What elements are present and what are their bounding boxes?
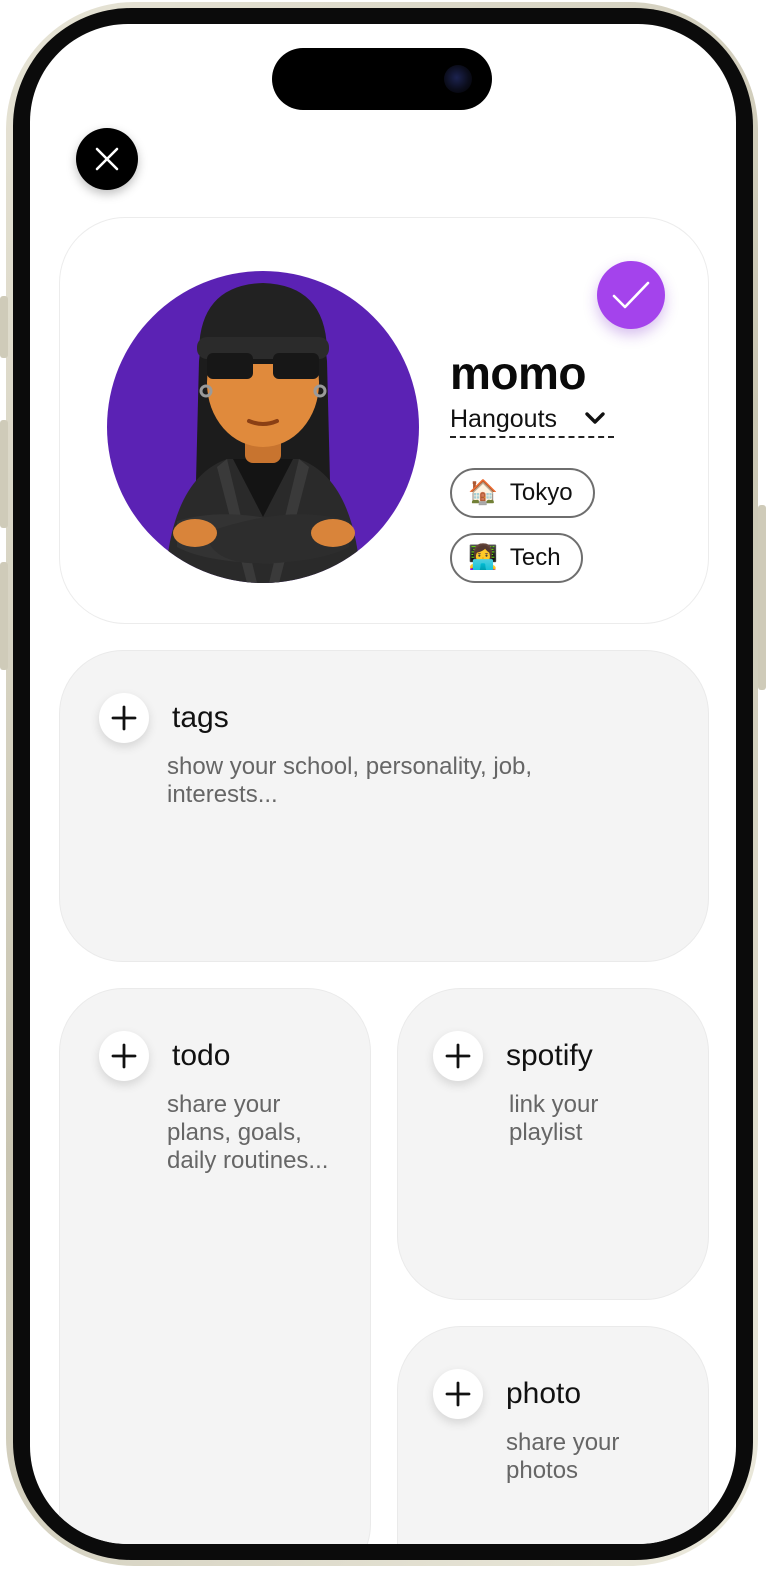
plus-icon (445, 1381, 471, 1407)
profile-name: momo (450, 347, 587, 399)
add-spotify-button[interactable] (433, 1031, 483, 1081)
volume-down-button (0, 562, 8, 670)
tag-chip-label: Tech (509, 544, 561, 571)
close-button[interactable] (76, 128, 138, 190)
power-button (758, 505, 766, 690)
dynamic-island (272, 48, 492, 110)
front-camera (444, 65, 472, 93)
profile-card: momo Hangouts 🏠 Tokyo 👩‍💻 Tech (59, 217, 709, 624)
photo-widget-title: photo (506, 1377, 582, 1410)
checkmark-icon (612, 281, 650, 309)
mode-dropdown[interactable]: Hangouts (450, 402, 614, 438)
add-todo-button[interactable] (99, 1031, 149, 1081)
tags-widget-description: show your school, personality, job, inte… (167, 753, 533, 808)
avatar[interactable] (107, 271, 419, 583)
plus-icon (445, 1043, 471, 1069)
tags-widget-card[interactable]: tags show your school, personality, job,… (59, 650, 709, 962)
tags-widget-title: tags (172, 701, 229, 734)
plus-icon (111, 705, 137, 731)
screen: momo Hangouts 🏠 Tokyo 👩‍💻 Tech tags show… (30, 24, 736, 1544)
volume-up-button (0, 420, 8, 528)
tag-chip-interest[interactable]: 👩‍💻 Tech (450, 533, 583, 583)
todo-widget-description: share your plans, goals, daily routines.… (167, 1091, 329, 1174)
todo-widget-card[interactable]: todo share your plans, goals, daily rout… (59, 988, 371, 1544)
todo-widget-title: todo (172, 1039, 231, 1072)
house-icon: 🏠 (468, 479, 498, 506)
action-button (0, 296, 8, 358)
close-icon (95, 147, 119, 171)
chevron-down-icon (585, 412, 605, 424)
avatar-illustration (165, 283, 361, 583)
spotify-widget-card[interactable]: spotify link your playlist (397, 988, 709, 1300)
tag-chip-location[interactable]: 🏠 Tokyo (450, 468, 595, 518)
add-tags-button[interactable] (99, 693, 149, 743)
photo-widget-card[interactable]: photo share your photos (397, 1326, 709, 1544)
add-photo-button[interactable] (433, 1369, 483, 1419)
confirm-button[interactable] (597, 261, 665, 329)
technologist-icon: 👩‍💻 (468, 544, 498, 571)
tag-chip-label: Tokyo (509, 479, 573, 506)
photo-widget-description: share your photos (506, 1429, 620, 1484)
spotify-widget-title: spotify (506, 1039, 593, 1072)
mode-label: Hangouts (450, 404, 558, 433)
plus-icon (111, 1043, 137, 1069)
spotify-widget-description: link your playlist (509, 1091, 599, 1146)
